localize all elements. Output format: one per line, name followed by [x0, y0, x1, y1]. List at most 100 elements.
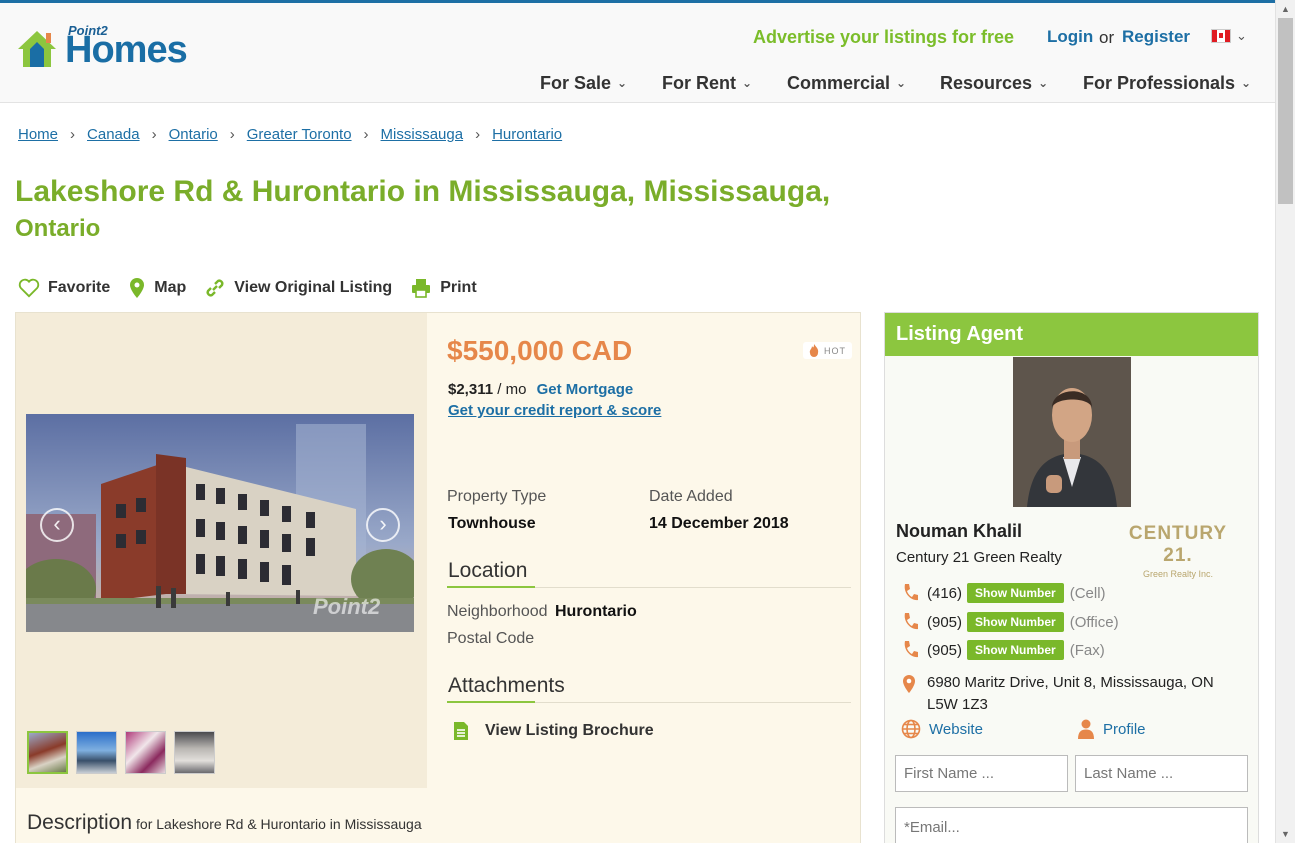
last-name-field[interactable] [1075, 755, 1248, 792]
listing-agent-heading: Listing Agent [885, 313, 1258, 356]
site-header: Point2 Homes Advertise your listings for… [0, 3, 1275, 103]
favorite-label: Favorite [48, 279, 111, 296]
page-title-line1: Lakeshore Rd & Hurontario in Mississauga… [15, 175, 831, 208]
canada-flag-icon[interactable] [1211, 29, 1231, 43]
agent-website-link[interactable]: Website [901, 719, 983, 739]
date-added-value: 14 December 2018 [649, 515, 789, 532]
print-label: Print [440, 279, 477, 296]
breadcrumb-canada[interactable]: Canada [87, 126, 140, 143]
phone-row-office: (905) Show Number (Office) [902, 612, 1119, 632]
chevron-down-icon: ⌄ [617, 76, 628, 90]
breadcrumb-ontario[interactable]: Ontario [169, 126, 218, 143]
next-photo-arrow-icon[interactable]: › [366, 508, 400, 542]
agent-address-line1: 6980 Maritz Drive, Unit 8, Mississauga, … [927, 674, 1214, 691]
nav-for-sale[interactable]: For Sale ⌄ [540, 73, 627, 94]
breadcrumb-mississauga[interactable]: Mississauga [381, 126, 464, 143]
hot-badge: HOT [803, 342, 852, 359]
thumbnail-strip [27, 731, 223, 774]
view-listing-brochure-link[interactable]: View Listing Brochure [453, 721, 654, 741]
phone-icon [904, 641, 918, 658]
country-chevron-down-icon[interactable]: ⌄ [1236, 28, 1247, 44]
chevron-down-icon: ⌄ [1241, 76, 1252, 90]
location-heading: Location [448, 559, 528, 582]
nav-resources[interactable]: Resources ⌄ [940, 73, 1048, 94]
property-type-label: Property Type [447, 488, 547, 505]
main-listing-photo[interactable]: ‹ › Point2 [26, 414, 414, 632]
page-title-line2: Ontario [15, 215, 101, 242]
view-original-listing-button[interactable]: View Original Listing [204, 277, 392, 299]
thumbnail-4[interactable] [174, 731, 215, 774]
breadcrumb-separator-icon: › [475, 126, 481, 143]
agent-profile-link[interactable]: Profile [1077, 719, 1146, 739]
document-icon [454, 722, 468, 740]
map-label: Map [154, 279, 187, 296]
credit-report-link[interactable]: Get your credit report & score [448, 402, 661, 419]
nav-for-rent[interactable]: For Rent ⌄ [662, 73, 752, 94]
chevron-down-icon: ⌄ [742, 76, 753, 90]
login-link[interactable]: Login [1047, 27, 1093, 47]
nav-commercial[interactable]: Commercial ⌄ [787, 73, 906, 94]
location-divider [447, 586, 851, 588]
agent-address-line2: L5W 1Z3 [927, 696, 988, 713]
show-number-fax-button[interactable]: Show Number [967, 640, 1064, 660]
agent-profile-label: Profile [1103, 720, 1146, 738]
phone-icon [904, 584, 918, 601]
previous-photo-arrow-icon[interactable]: ‹ [40, 508, 74, 542]
first-name-field[interactable] [895, 755, 1068, 792]
heart-icon [18, 278, 40, 298]
advertise-link[interactable]: Advertise your listings for free [753, 27, 1014, 48]
neighborhood-value: Hurontario [555, 603, 637, 620]
print-button[interactable]: Print [410, 277, 477, 299]
thumbnail-2[interactable] [76, 731, 117, 774]
map-pin-icon [130, 278, 145, 298]
postal-code-label: Postal Code [447, 630, 535, 647]
map-button[interactable]: Map [128, 277, 186, 299]
scrollbar-thumb[interactable] [1278, 18, 1293, 204]
nav-for-professionals[interactable]: For Professionals ⌄ [1083, 73, 1251, 94]
email-field[interactable] [895, 807, 1248, 843]
brochure-label: View Listing Brochure [485, 722, 654, 739]
listing-actions: Favorite Map View Original Listing Print [18, 277, 495, 299]
breadcrumb-home[interactable]: Home [18, 126, 58, 143]
breadcrumb-hurontario[interactable]: Hurontario [492, 126, 562, 143]
page-title: Lakeshore Rd & Hurontario in Mississauga… [15, 173, 895, 247]
agent-company: Century 21 Green Realty [896, 549, 1062, 566]
thumbnail-3[interactable] [125, 731, 166, 774]
scroll-up-arrow-icon[interactable]: ▲ [1281, 4, 1290, 14]
monthly-unit: / mo [497, 381, 527, 398]
breadcrumb-separator-icon: › [151, 126, 157, 143]
person-icon [1078, 719, 1094, 739]
register-link[interactable]: Register [1122, 27, 1190, 47]
description-heading: Description for Lakeshore Rd & Hurontario… [27, 811, 422, 834]
breadcrumb-separator-icon: › [70, 126, 76, 143]
printer-icon [412, 279, 431, 298]
favorite-button[interactable]: Favorite [18, 278, 110, 298]
house-logo-icon [18, 31, 56, 67]
flame-icon [809, 344, 819, 357]
point2homes-logo[interactable]: Point2 Homes [15, 23, 190, 73]
listing-agent-panel: Listing Agent Nouman Khalil Century 21 G… [884, 312, 1259, 843]
scroll-down-arrow-icon[interactable]: ▼ [1281, 829, 1290, 839]
agent-name: Nouman Khalil [896, 521, 1023, 541]
photo-watermark: Point2 [313, 594, 381, 619]
phone-row-fax: (905) Show Number (Fax) [902, 640, 1105, 660]
location-pin-icon [903, 675, 915, 693]
property-type-value: Townhouse [448, 515, 536, 532]
thumbnail-1[interactable] [27, 731, 68, 774]
agent-website-label: Website [929, 720, 983, 738]
chevron-down-icon: ⌄ [1038, 76, 1049, 90]
breadcrumb-greater-toronto[interactable]: Greater Toronto [247, 126, 352, 143]
show-number-cell-button[interactable]: Show Number [967, 583, 1064, 603]
phone-row-cell: (416) Show Number (Cell) [902, 583, 1106, 603]
neighborhood-label: Neighborhood [447, 603, 548, 620]
page-scrollbar[interactable]: ▲ ▼ [1275, 0, 1295, 843]
breadcrumb-separator-icon: › [229, 126, 235, 143]
show-number-office-button[interactable]: Show Number [967, 612, 1064, 632]
monthly-payment: $2,311 / mo Get Mortgage [448, 381, 633, 398]
agent-photo [1013, 357, 1131, 507]
breadcrumb: Home › Canada › Ontario › Greater Toront… [18, 126, 562, 143]
get-mortgage-link[interactable]: Get Mortgage [537, 381, 634, 398]
phone-icon [904, 613, 918, 630]
agent-portrait [1013, 357, 1131, 507]
globe-icon [901, 719, 921, 739]
